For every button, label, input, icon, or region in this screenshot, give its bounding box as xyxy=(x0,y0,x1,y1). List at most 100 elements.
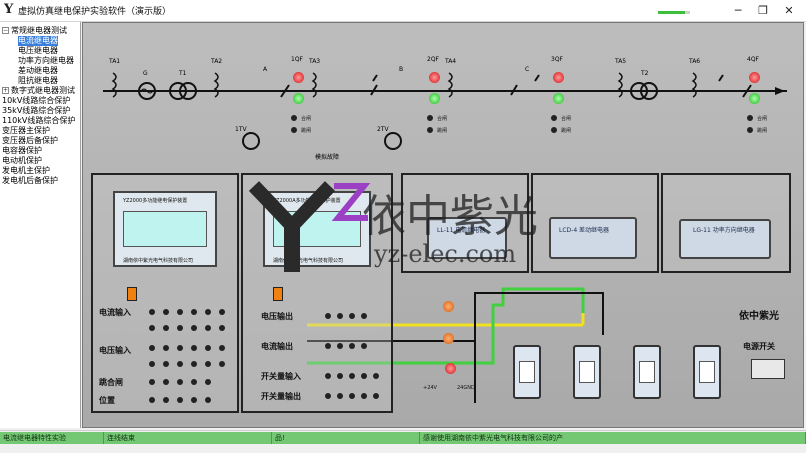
maximize-button[interactable]: ❐ xyxy=(750,2,776,20)
terminal-jack[interactable] xyxy=(163,309,169,315)
tree-item[interactable]: 发电机主保护 xyxy=(2,166,50,176)
expand-icon[interactable]: + xyxy=(2,87,9,94)
tree-item[interactable]: 发电机后备保护 xyxy=(2,176,58,186)
tree-item[interactable]: 电流继电器 xyxy=(18,36,58,46)
differential-relay[interactable] xyxy=(549,217,637,259)
terminal-jack[interactable] xyxy=(205,397,211,403)
tree-item[interactable]: 变压器主保护 xyxy=(2,126,50,136)
tree-item[interactable]: 功率方向继电器 xyxy=(18,56,74,66)
terminal-jack[interactable] xyxy=(205,325,211,331)
tree-item[interactable]: 110kV线路综合保护 xyxy=(2,116,75,126)
terminal-jack[interactable] xyxy=(191,309,197,315)
terminal-jack[interactable] xyxy=(149,397,155,403)
terminal-jack[interactable] xyxy=(219,345,225,351)
terminal-jack[interactable] xyxy=(163,345,169,351)
switch-button[interactable] xyxy=(551,115,557,121)
terminal-jack[interactable] xyxy=(361,313,367,319)
switch-button[interactable] xyxy=(747,115,753,121)
terminal-jack[interactable] xyxy=(337,373,343,379)
terminal-jack[interactable] xyxy=(337,343,343,349)
relay-module[interactable] xyxy=(693,345,721,399)
terminal-jack[interactable] xyxy=(177,397,183,403)
terminal-jack[interactable] xyxy=(191,345,197,351)
terminal-jack[interactable] xyxy=(349,343,355,349)
terminal-jack[interactable] xyxy=(349,313,355,319)
terminal-jack[interactable] xyxy=(373,373,379,379)
window-title: 虚拟仿真继电保护实验软件（演示版） xyxy=(18,7,172,17)
terminal-jack[interactable] xyxy=(149,361,155,367)
tree-item[interactable]: + 数字式继电器测试 xyxy=(2,86,75,96)
switch-button[interactable] xyxy=(427,127,433,133)
reset-switch-icon[interactable] xyxy=(127,287,137,301)
terminal-jack[interactable] xyxy=(149,345,155,351)
terminal-jack[interactable] xyxy=(325,373,331,379)
app-window: Y 虚拟仿真继电保护实验软件（演示版） ─ ❐ ✕ − 常规继电器测试 电流继电器电… xyxy=(0,0,806,453)
current-relay[interactable] xyxy=(427,217,507,259)
switch-button[interactable] xyxy=(291,115,297,121)
tree-item[interactable]: 电动机保护 xyxy=(2,156,42,166)
terminal-jack[interactable] xyxy=(149,379,155,385)
collapse-icon[interactable]: − xyxy=(2,27,9,34)
minimize-button[interactable]: ─ xyxy=(725,2,751,20)
terminal-jack[interactable] xyxy=(191,397,197,403)
terminal-jack[interactable] xyxy=(219,309,225,315)
terminal-jack[interactable] xyxy=(337,313,343,319)
terminal-jack[interactable] xyxy=(177,379,183,385)
switch-button[interactable] xyxy=(551,127,557,133)
label-voltage-input: 电压输入 xyxy=(99,345,131,355)
switch-button[interactable] xyxy=(291,127,297,133)
terminal-jack[interactable] xyxy=(205,379,211,385)
terminal-jack[interactable] xyxy=(219,361,225,367)
terminal-jack[interactable] xyxy=(149,325,155,331)
terminal-jack[interactable] xyxy=(163,397,169,403)
terminal-jack[interactable] xyxy=(163,361,169,367)
switch-label: 合闸 xyxy=(437,116,448,122)
tree-item[interactable]: 差动继电器 xyxy=(18,66,58,76)
terminal-jack[interactable] xyxy=(191,379,197,385)
close-button[interactable]: ✕ xyxy=(776,2,802,20)
t1-label: T1 xyxy=(178,70,187,77)
switch-button[interactable] xyxy=(747,127,753,133)
terminal-jack[interactable] xyxy=(361,343,367,349)
tree-item[interactable]: 电压继电器 xyxy=(18,46,58,56)
terminal-jack[interactable] xyxy=(325,313,331,319)
terminal-jack[interactable] xyxy=(361,373,367,379)
terminal-jack[interactable] xyxy=(205,361,211,367)
tree-item[interactable]: − 常规继电器测试 xyxy=(2,26,67,36)
terminal-jack[interactable] xyxy=(337,393,343,399)
breaker-closed-lamp xyxy=(749,72,760,83)
terminal-jack[interactable] xyxy=(177,325,183,331)
terminal-jack[interactable] xyxy=(349,373,355,379)
terminal-jack[interactable] xyxy=(177,309,183,315)
ta-group xyxy=(111,72,697,98)
terminal-jack[interactable] xyxy=(373,393,379,399)
tree-item-label: 数字式继电器测试 xyxy=(11,86,75,95)
terminal-jack[interactable] xyxy=(361,393,367,399)
tree-item[interactable]: 10kV线路综合保护 xyxy=(2,96,70,106)
terminal-jack[interactable] xyxy=(205,345,211,351)
tree-item[interactable]: 35kV线路综合保护 xyxy=(2,106,70,116)
tree-item[interactable]: 电容器保护 xyxy=(2,146,42,156)
terminal-jack[interactable] xyxy=(149,309,155,315)
terminal-jack[interactable] xyxy=(163,379,169,385)
terminal-jack[interactable] xyxy=(349,393,355,399)
switch-button[interactable] xyxy=(427,115,433,121)
relay-module[interactable] xyxy=(513,345,541,399)
relay-module[interactable] xyxy=(633,345,661,399)
tree-item-label: 阻抗继电器 xyxy=(18,76,58,85)
terminal-jack[interactable] xyxy=(177,361,183,367)
terminal-jack[interactable] xyxy=(325,343,331,349)
terminal-jack[interactable] xyxy=(191,325,197,331)
power-switch[interactable] xyxy=(751,359,785,379)
relay-module[interactable] xyxy=(573,345,601,399)
terminal-jack[interactable] xyxy=(205,309,211,315)
terminal-jack[interactable] xyxy=(191,361,197,367)
tree-item[interactable]: 阻抗继电器 xyxy=(18,76,58,86)
terminal-jack[interactable] xyxy=(325,393,331,399)
breaker-icon[interactable] xyxy=(372,74,724,82)
reset-switch-icon[interactable] xyxy=(273,287,283,301)
tree-item[interactable]: 变压器后备保护 xyxy=(2,136,58,146)
terminal-jack[interactable] xyxy=(163,325,169,331)
terminal-jack[interactable] xyxy=(177,345,183,351)
terminal-jack[interactable] xyxy=(219,325,225,331)
